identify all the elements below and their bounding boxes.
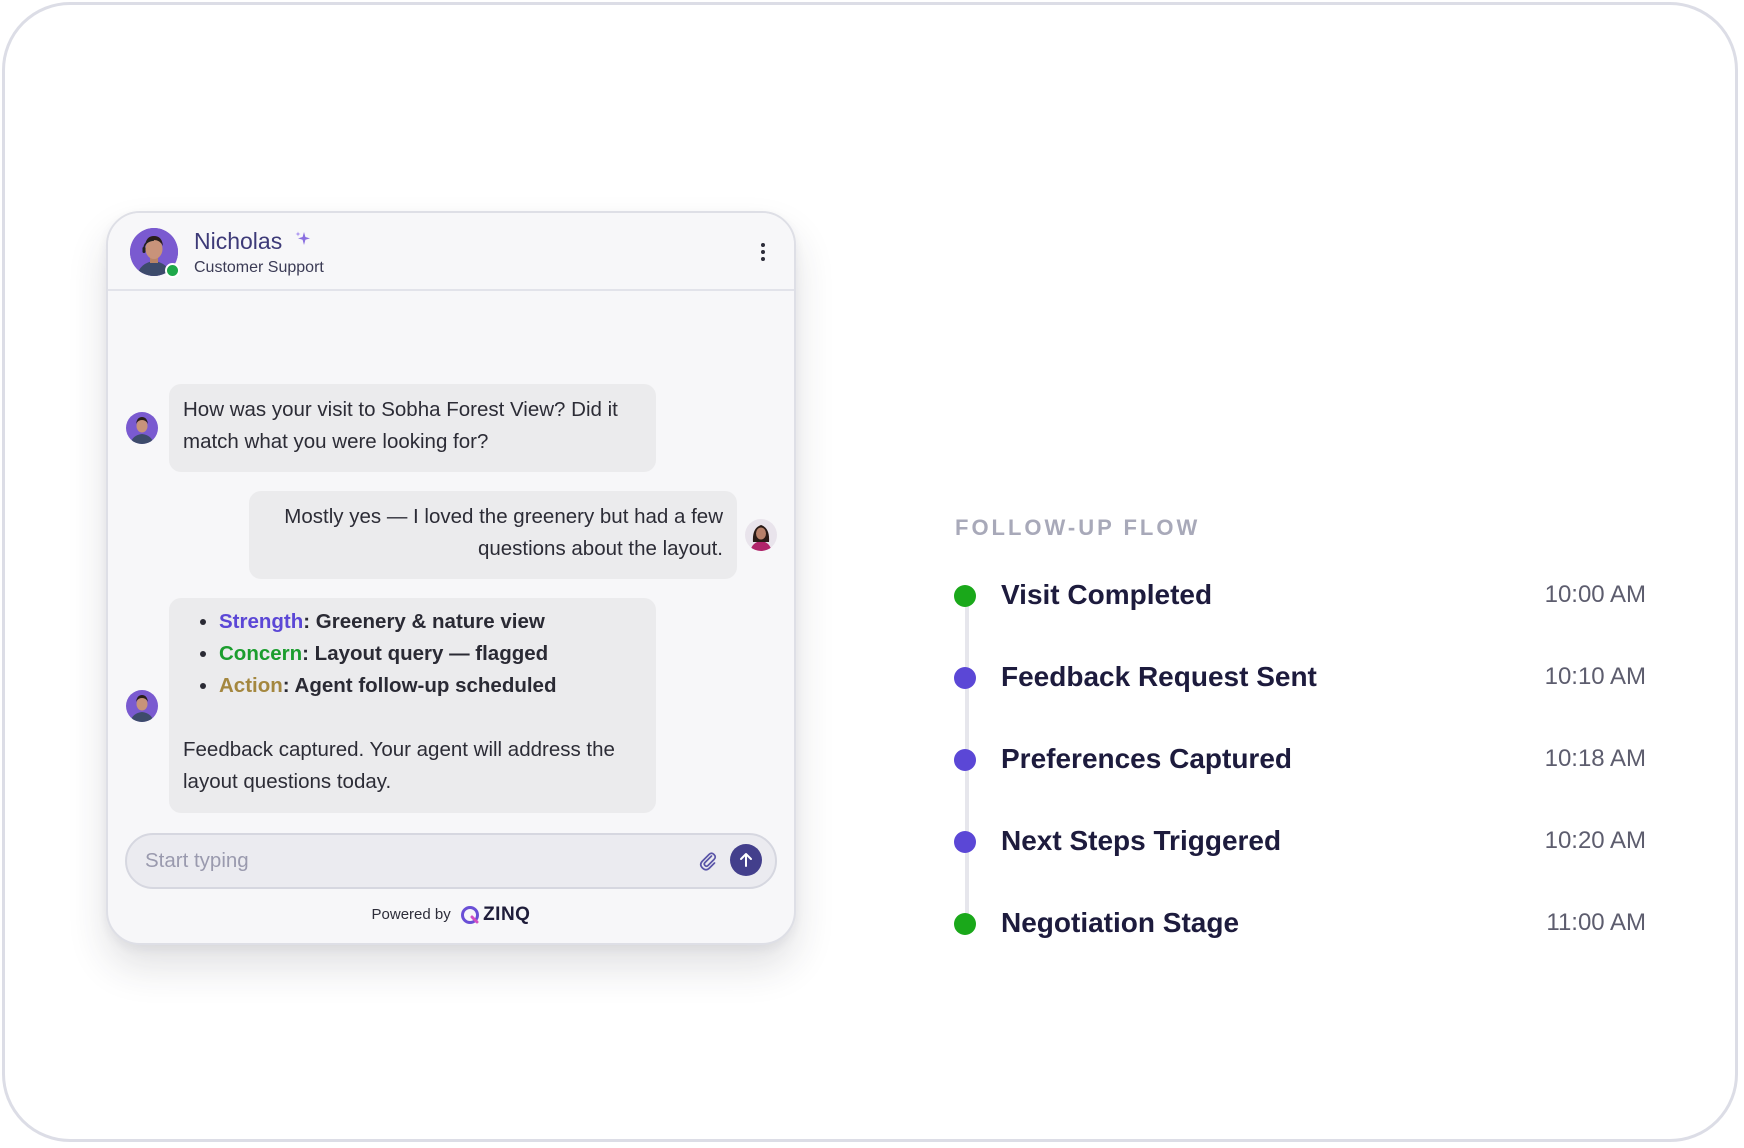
bot-avatar — [125, 411, 159, 445]
bot-summary-message: Strength: Greenery & nature view Concern… — [169, 598, 656, 813]
flow-step-visit-completed: Visit Completed 10:00 AM — [954, 575, 1646, 615]
status-dot — [954, 831, 976, 853]
step-time: 10:10 AM — [1544, 663, 1646, 690]
powered-by-footer: Powered by ZINQ — [108, 905, 794, 925]
flow-step-feedback-request-sent: Feedback Request Sent 10:10 AM — [954, 657, 1646, 697]
user-avatar — [744, 518, 778, 552]
step-time: 10:20 AM — [1544, 827, 1646, 854]
send-button[interactable] — [730, 844, 762, 876]
paperclip-icon[interactable] — [697, 850, 719, 872]
sparkle-icon — [295, 231, 310, 245]
step-label: Visit Completed — [1001, 579, 1213, 610]
concern-key: Concern — [219, 642, 303, 665]
powered-by-label: Powered by — [371, 906, 451, 923]
status-dot — [954, 585, 976, 607]
agent-avatar[interactable] — [129, 227, 180, 278]
chat-header: Nicholas Customer Support — [108, 213, 794, 291]
online-status-dot — [165, 263, 180, 278]
user-message: Mostly yes — I loved the greenery but ha… — [249, 491, 737, 579]
status-dot — [954, 667, 976, 689]
flow-step-preferences-captured: Preferences Captured 10:18 AM — [954, 739, 1646, 779]
agent-role: Customer Support — [194, 259, 324, 276]
step-label: Preferences Captured — [1001, 743, 1293, 774]
step-time: 11:00 AM — [1546, 909, 1646, 936]
bot-avatar — [125, 689, 159, 723]
flow-step-next-steps-triggered: Next Steps Triggered 10:20 AM — [954, 821, 1646, 861]
arrow-up-icon — [740, 853, 752, 867]
chat-widget: Nicholas Customer Support How was your v… — [106, 211, 796, 945]
zinq-logo-icon — [460, 906, 479, 925]
kebab-menu-icon[interactable] — [760, 241, 766, 263]
agent-name: Nicholas — [194, 228, 283, 254]
flow-title: FOLLOW-UP FLOW — [955, 515, 1201, 540]
strength-value: : Greenery & nature view — [303, 610, 545, 633]
feedback-summary-list: Strength: Greenery & nature view Concern… — [183, 606, 642, 702]
step-label: Feedback Request Sent — [1001, 661, 1317, 692]
brand-name: ZINQ — [483, 904, 531, 926]
summary-closing-text: Feedback captured. Your agent will addre… — [183, 738, 615, 793]
step-time: 10:00 AM — [1544, 581, 1646, 608]
list-item: Strength: Greenery & nature view — [219, 606, 642, 638]
card-frame: Nicholas Customer Support How was your v… — [2, 2, 1738, 1142]
status-dot — [954, 749, 976, 771]
strength-key: Strength — [219, 610, 304, 633]
bot-message: How was your visit to Sobha Forest View?… — [169, 384, 656, 472]
status-dot — [954, 913, 976, 935]
list-item: Concern: Layout query — flagged — [219, 638, 642, 670]
message-input[interactable] — [145, 845, 625, 877]
message-composer — [125, 833, 777, 889]
concern-value: : Layout query — flagged — [302, 642, 549, 665]
step-label: Negotiation Stage — [1001, 907, 1240, 938]
list-item: Action: Agent follow-up scheduled — [219, 670, 642, 702]
action-value: : Agent follow-up scheduled — [282, 674, 557, 697]
action-key: Action — [219, 674, 283, 697]
step-label: Next Steps Triggered — [1001, 825, 1282, 856]
step-time: 10:18 AM — [1544, 745, 1646, 772]
flow-step-negotiation-stage: Negotiation Stage 11:00 AM — [954, 903, 1646, 943]
